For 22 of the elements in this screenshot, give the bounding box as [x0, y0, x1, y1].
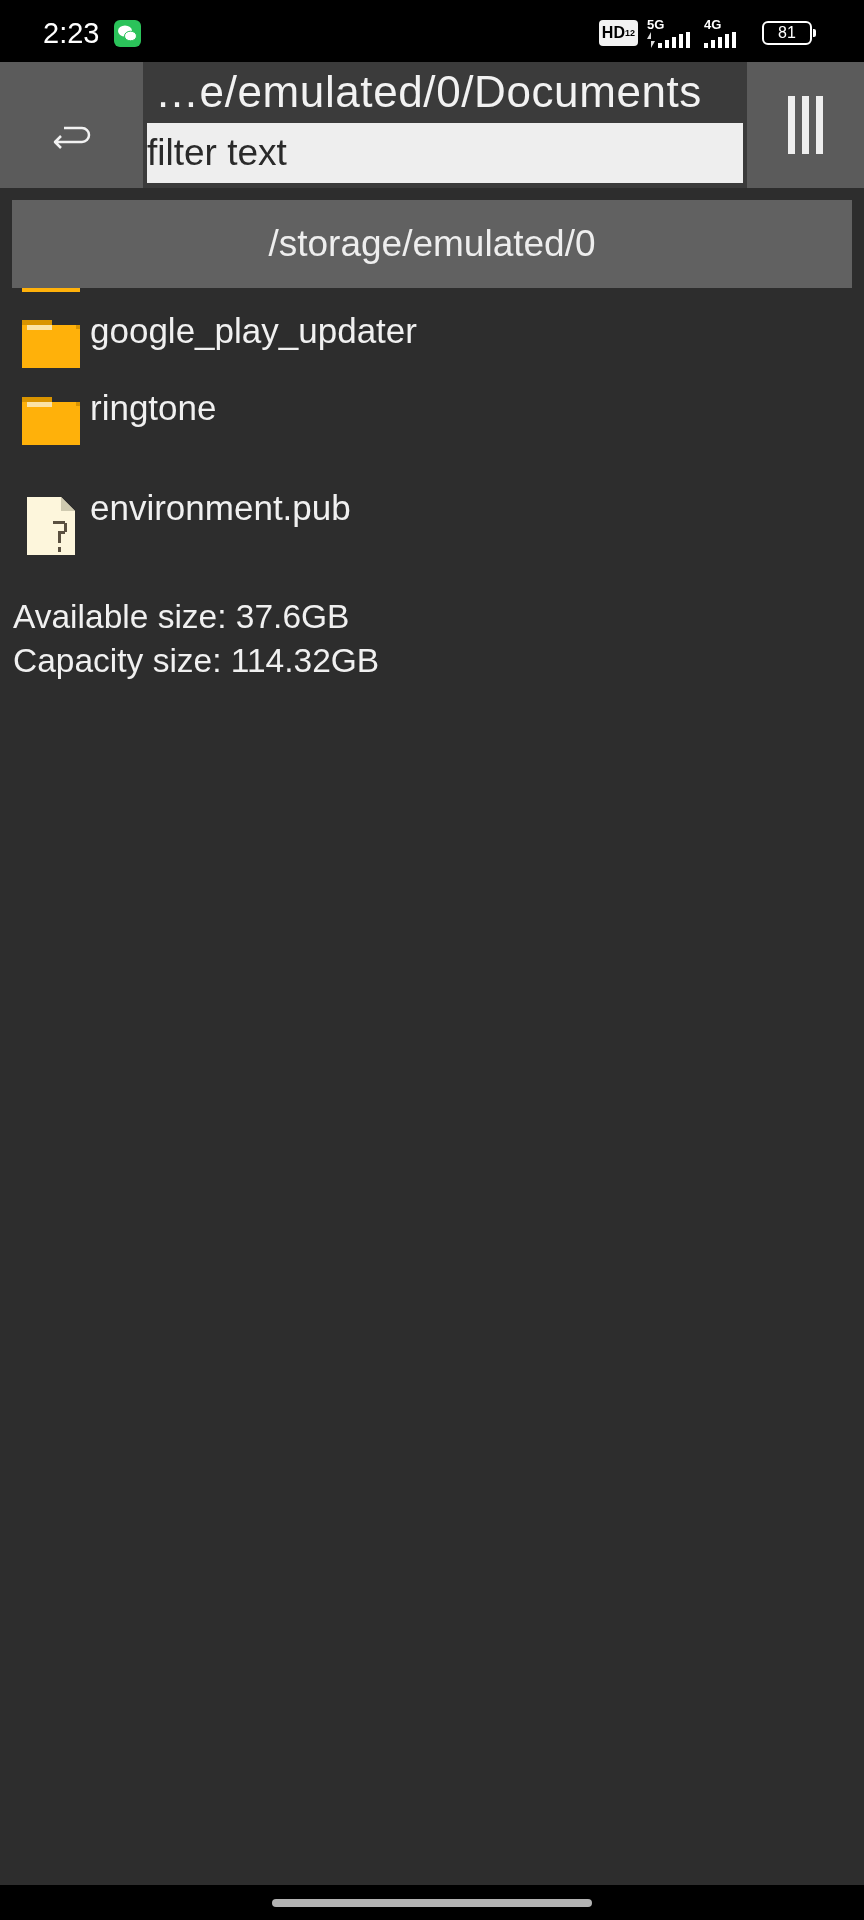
current-directory-bar[interactable]: /storage/emulated/0	[12, 200, 852, 288]
menu-button[interactable]	[747, 62, 864, 188]
return-arrow-icon	[51, 126, 92, 150]
home-indicator[interactable]	[272, 1898, 592, 1907]
signal-bars-icon	[658, 31, 692, 48]
storage-info-text: Capacity size: 114.32GB	[13, 641, 380, 681]
folder-icon	[22, 397, 80, 445]
folder-name[interactable]: ringtone	[90, 388, 217, 428]
folder-name[interactable]: google_play_updater	[90, 311, 417, 351]
battery-indicator: 81	[762, 21, 816, 45]
chat-bubbles-icon	[114, 19, 142, 47]
folder-icon	[22, 320, 80, 368]
current-path-title: …e/emulated/0/Documents	[154, 66, 703, 118]
unknown-file-icon	[27, 497, 75, 555]
network-type-label: 5G	[647, 18, 665, 31]
file-name[interactable]: environment.pub	[90, 488, 351, 528]
filter-field[interactable]: filter text	[147, 123, 743, 183]
clock-time: 2:23	[43, 16, 100, 50]
menu-icon	[787, 96, 824, 154]
folder-icon	[22, 288, 80, 292]
network-type-label: 4G	[704, 18, 722, 31]
storage-info-text: Available size: 37.6GB	[13, 597, 350, 637]
